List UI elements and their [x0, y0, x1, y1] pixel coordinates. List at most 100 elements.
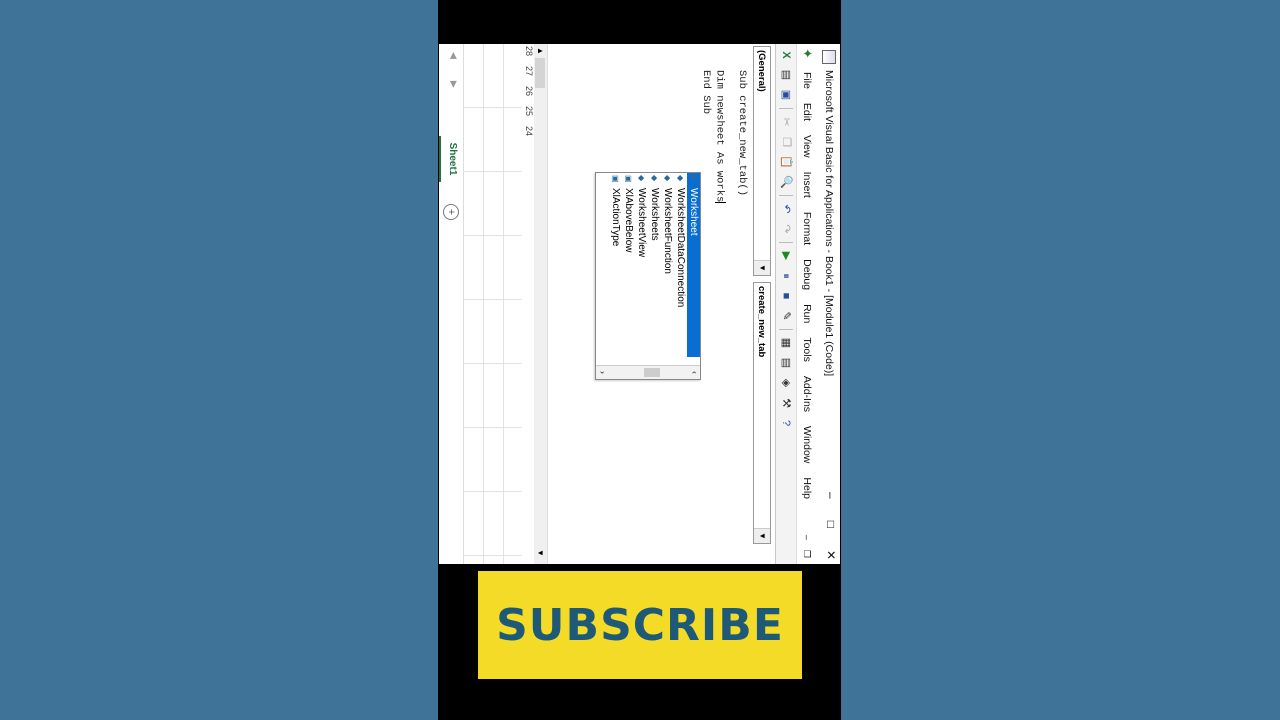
class-icon: ◆ — [689, 175, 699, 182]
row-header: 25 — [524, 106, 534, 117]
row-header: 24 — [524, 126, 534, 137]
menu-format[interactable]: Format — [801, 212, 813, 245]
intellisense-item[interactable]: ◆ WorksheetDataConnection — [674, 173, 687, 368]
intellisense-item-label: WorksheetDataConnection — [675, 188, 686, 308]
properties-icon[interactable]: ▤ — [779, 356, 793, 370]
intellisense-item-label: WorksheetFunction — [662, 188, 673, 274]
class-icon: ◆ — [650, 175, 660, 182]
procedure-dropdown-value: create_new_tab — [756, 286, 767, 358]
menu-debug[interactable]: Debug — [801, 259, 813, 290]
window-title: Microsoft Visual Basic for Applications … — [823, 70, 835, 377]
procedure-dropdown[interactable]: create_new_tab ▼ — [753, 282, 771, 544]
code-line-text: Dim newsheet As works — [713, 70, 726, 203]
sheet-tab[interactable]: Sheet1 — [439, 136, 463, 182]
find-icon[interactable]: 🔍 — [779, 175, 793, 189]
subscribe-banner[interactable]: SUBSCRIBE — [478, 571, 802, 679]
mdi-minimize-button[interactable]: – — [802, 535, 813, 540]
minimize-button[interactable]: – — [824, 492, 838, 499]
toolbar-separator — [779, 195, 793, 196]
excel-icon[interactable]: X — [779, 48, 793, 62]
intellisense-items: ◆ Worksheet ◆ WorksheetDataConnection ◆ Wor… — [596, 173, 700, 368]
menu-window[interactable]: Window — [801, 426, 813, 463]
maximize-button[interactable]: □ — [824, 521, 838, 528]
app-icon — [822, 50, 836, 64]
scroll-down-icon[interactable]: ▼ — [533, 546, 547, 560]
paste-icon[interactable]: 📋 — [779, 155, 793, 169]
reset-icon[interactable]: ■ — [779, 289, 793, 303]
excel-sheet: 28 27 26 25 24 ◀ ▶ Sheet1 + — [439, 44, 534, 564]
cell-grid[interactable] — [464, 44, 522, 564]
intellisense-item-label: Worksheets — [649, 188, 660, 241]
object-dropdown[interactable]: (General) ▼ — [753, 46, 771, 276]
intellisense-scrollbar[interactable]: ‹ › — [596, 365, 700, 379]
intellisense-item-label: WorksheetView — [636, 188, 647, 258]
code-line-current: Dim newsheet As works — [713, 70, 726, 204]
mdi-restore-button[interactable]: ❐ — [802, 550, 813, 558]
row-header: 27 — [524, 66, 534, 77]
add-sheet-icon[interactable]: + — [443, 204, 459, 220]
chevron-right-icon[interactable]: › — [596, 366, 608, 379]
row-header: 26 — [524, 86, 534, 97]
menu-help[interactable]: Help — [801, 477, 813, 499]
menu-bar: ✦ File Edit View Insert Format Debug Run… — [798, 44, 816, 564]
toolbar-separator — [779, 242, 793, 243]
scroll-up-icon[interactable]: ▲ — [533, 44, 547, 58]
text-caret — [715, 202, 726, 204]
editor-scrollbar[interactable]: ▲ ▼ — [533, 44, 548, 564]
class-icon: ◆ — [637, 175, 647, 182]
row-header: 28 — [524, 46, 534, 57]
intellisense-item[interactable]: ◆ Worksheet — [687, 173, 700, 357]
run-icon[interactable]: ▶ — [779, 249, 793, 263]
intellisense-item[interactable]: ▣ XlActionType — [609, 173, 622, 368]
menu-view[interactable]: View — [801, 135, 813, 158]
project-explorer-icon[interactable]: ▦ — [779, 336, 793, 350]
object-browser-icon[interactable]: ◈ — [779, 376, 793, 390]
chevron-down-icon[interactable]: ▼ — [754, 528, 770, 543]
menu-run[interactable]: Run — [801, 304, 813, 323]
row-headers: 28 27 26 25 24 — [522, 44, 534, 564]
standard-toolbar: X ▤ ▣ ✂ ❐ 📋 🔍 ↶ ↷ ▶ ⏸ ■ ✎ ▦ ▤ ◈ ⚒ ? — [775, 44, 797, 564]
chevron-down-icon[interactable]: ▼ — [754, 260, 770, 275]
intellisense-item-label: XlAboveBelow — [623, 188, 634, 253]
intellisense-item-label: XlActionType — [610, 188, 621, 247]
intellisense-item[interactable]: ◆ WorksheetView — [635, 173, 648, 368]
chevron-left-icon[interactable]: ‹ — [688, 366, 700, 379]
save-icon[interactable]: ▣ — [779, 88, 793, 102]
menu-file[interactable]: File — [801, 72, 813, 89]
undo-icon[interactable]: ↶ — [779, 202, 793, 216]
sheet-nav: ◀ ▶ — [448, 52, 459, 88]
help-icon[interactable]: ? — [779, 416, 793, 430]
intellisense-item-label: Worksheet — [688, 188, 699, 236]
cut-icon[interactable]: ✂ — [779, 115, 793, 129]
code-line: End Sub — [700, 70, 712, 115]
subscribe-text: SUBSCRIBE — [496, 600, 784, 651]
menu-add-ins[interactable]: Add-Ins — [801, 376, 813, 412]
enum-icon: ▣ — [611, 175, 621, 183]
menu-edit[interactable]: Edit — [801, 103, 813, 121]
toolbar-separator — [779, 329, 793, 330]
chevron-right-icon[interactable]: ▶ — [448, 81, 459, 88]
copy-icon[interactable]: ❐ — [779, 135, 793, 149]
code-line: Sub create_new_tab() — [736, 70, 748, 197]
vba-logo-icon: ✦ — [800, 48, 815, 59]
break-icon[interactable]: ⏸ — [779, 269, 793, 283]
intellisense-item[interactable]: ◆ Worksheets — [648, 173, 661, 368]
intellisense-item[interactable]: ◆ WorksheetFunction — [661, 173, 674, 368]
toolbox-icon[interactable]: ⚒ — [779, 396, 793, 410]
object-dropdown-value: (General) — [756, 50, 767, 92]
insert-userform-icon[interactable]: ▤ — [779, 68, 793, 82]
redo-icon[interactable]: ↷ — [779, 222, 793, 236]
chevron-left-icon[interactable]: ◀ — [448, 52, 459, 59]
close-button[interactable]: ✕ — [824, 550, 838, 560]
sheet-tab-strip: ◀ ▶ Sheet1 + — [439, 44, 464, 564]
code-window-header: (General) ▼ create_new_tab ▼ — [750, 44, 774, 564]
design-mode-icon[interactable]: ✎ — [779, 309, 793, 323]
scrollbar-thumb[interactable] — [535, 58, 545, 88]
menu-tools[interactable]: Tools — [801, 337, 813, 362]
class-icon: ◆ — [676, 175, 686, 182]
intellisense-item[interactable]: ▣ XlAboveBelow — [622, 173, 635, 368]
enum-icon: ▣ — [624, 175, 634, 183]
scrollbar-thumb[interactable] — [644, 368, 660, 377]
menu-insert[interactable]: Insert — [801, 172, 813, 198]
screenshot-area: Microsoft Visual Basic for Applications … — [439, 44, 840, 564]
